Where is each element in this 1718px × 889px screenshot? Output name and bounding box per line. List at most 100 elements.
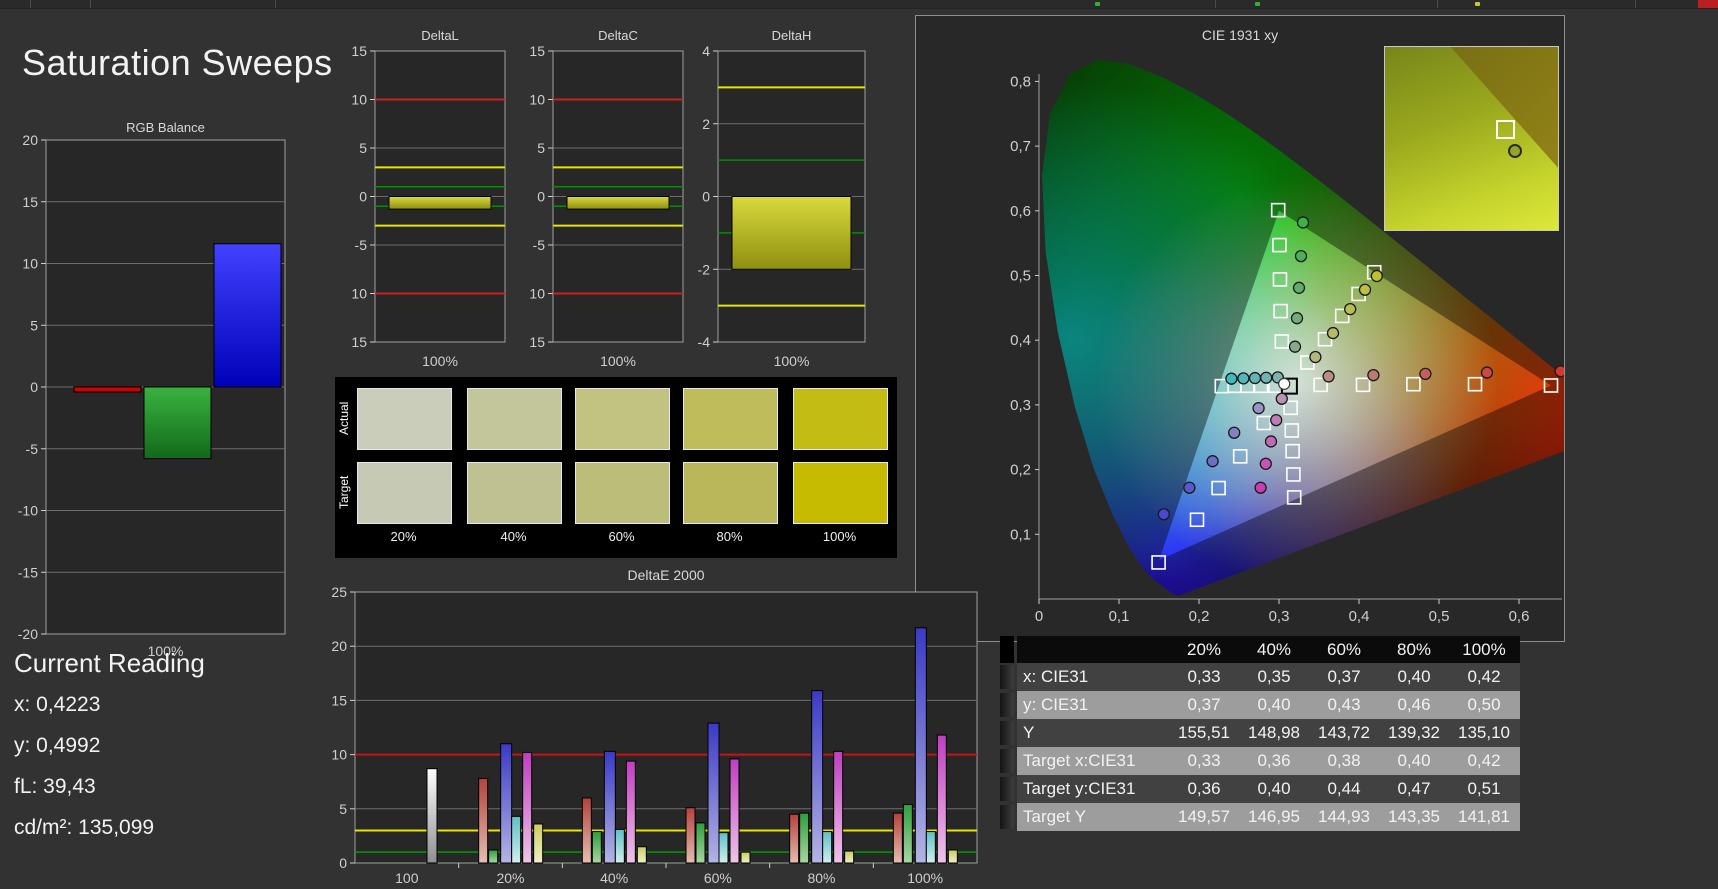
bar-blue — [811, 690, 824, 864]
table-cell: 135,10 — [1458, 723, 1510, 742]
cie-measured-yellow — [1309, 350, 1322, 364]
axis-label: 0,2 — [1010, 462, 1031, 479]
table-row-label: Target Y — [1023, 807, 1087, 826]
table-cell: 0,40 — [1397, 751, 1431, 770]
cie-measured-red — [1419, 367, 1432, 380]
swatch-target-100% — [793, 462, 888, 524]
axis-label: 15 — [352, 43, 367, 59]
cie-measured-yellow — [1370, 269, 1383, 283]
bar-yellow — [947, 849, 958, 864]
axis-label: 0 — [537, 189, 545, 205]
bar-green — [143, 386, 212, 460]
axis-label: 15 — [331, 692, 347, 708]
axis-label: -10 — [18, 503, 38, 519]
table-row-label: Target x:CIE31 — [1023, 751, 1136, 770]
bar-white — [426, 768, 438, 864]
axis-label: 10 — [331, 747, 347, 763]
table-cell: 0,40 — [1397, 667, 1431, 686]
cie-measured-magenta — [1259, 457, 1272, 470]
bar-magenta — [729, 758, 740, 864]
table-cell: 0,42 — [1467, 667, 1501, 686]
row-cap — [1000, 665, 1014, 689]
bar-magenta — [936, 734, 947, 864]
bar-blue — [213, 243, 282, 388]
bar-cyan — [718, 832, 729, 864]
chart-title: RGB Balance — [126, 120, 205, 135]
table-row: Target x:CIE31 0,33 0,36 0,38 0,40 0,42 — [1000, 747, 1520, 775]
cie-measured-green — [1294, 249, 1308, 263]
bar-red — [892, 812, 903, 864]
table-cell: 0,44 — [1327, 779, 1361, 798]
saturation-results-table: 20% 40% 60% 80% 100% x: CIE31 0,33 0,35 0,37 0,40… — [1000, 636, 1520, 831]
axis-label: 10 — [22, 256, 38, 272]
axis-label: 0,2 — [1189, 608, 1210, 625]
axis-label: 0,7 — [1010, 138, 1031, 155]
table-cell: 0,36 — [1257, 751, 1291, 770]
table-row-label: Target y:CIE31 — [1023, 779, 1136, 798]
axis-label: 0,6 — [1010, 203, 1031, 220]
chart-title: DeltaE 2000 — [627, 567, 704, 583]
current-reading-y: y: 0,4992 — [14, 734, 101, 757]
swatch-actual-20% — [357, 388, 452, 450]
axis-label: -15 — [352, 334, 367, 350]
swatch-target-40% — [467, 462, 562, 524]
table-cell: 0,33 — [1187, 667, 1221, 686]
swatch-actual-60% — [575, 388, 670, 450]
axis-label: 0,8 — [1010, 73, 1031, 90]
table-header-row: 20% 40% 60% 80% 100% — [1000, 636, 1520, 663]
x-axis-label: 100% — [422, 353, 458, 369]
axis-label: -15 — [530, 334, 545, 350]
swatch-col-label: 100% — [822, 529, 857, 544]
cie-measured-red — [1480, 366, 1494, 379]
axis-label: 0,3 — [1010, 397, 1031, 414]
row-cap — [1000, 777, 1014, 801]
axis-label: -5 — [26, 441, 39, 457]
axis-label: 5 — [339, 801, 347, 817]
axis-label: -10 — [530, 286, 545, 302]
table-cell: 144,93 — [1318, 807, 1370, 826]
strip-divider — [275, 0, 276, 8]
strip-divider — [30, 0, 31, 8]
axis-label: 2 — [702, 116, 710, 132]
axis-label: 0,5 — [1429, 608, 1450, 625]
cie-measured-blue — [1206, 455, 1219, 468]
axis-label: 15 — [22, 194, 38, 210]
bar-cyan — [822, 831, 833, 864]
page-title: Saturation Sweeps — [22, 42, 333, 84]
bar-blue — [914, 627, 927, 864]
row-cap — [1000, 721, 1014, 745]
cie-measured-green — [1290, 312, 1304, 325]
cie-measured-red — [1367, 368, 1380, 382]
swatch-col-label: 20% — [390, 529, 417, 544]
axis-label: -20 — [18, 626, 38, 642]
current-reading-title: Current Reading — [14, 648, 205, 678]
axis-label: 20 — [331, 638, 347, 654]
current-reading-block: Current Reading x: 0,4223 y: 0,4992 fL: … — [14, 648, 205, 857]
swatch-row-label-actual: Actual — [337, 401, 351, 435]
table-cell: 0,37 — [1327, 667, 1361, 686]
delta-l-chart: DeltaL 15 10 5 0 -5 -10 -15 100% — [352, 28, 506, 369]
cie-measured-green — [1296, 216, 1310, 229]
bar-blue — [500, 743, 513, 864]
chart-title: DeltaH — [772, 28, 812, 43]
cie-measured-red — [1554, 365, 1564, 378]
chart-title: DeltaC — [598, 28, 638, 43]
bar-blue — [603, 750, 616, 864]
chart-title: CIE 1931 xy — [1202, 27, 1278, 43]
bar-magenta — [625, 760, 636, 864]
row-cap — [1000, 749, 1014, 773]
swatch-target-80% — [683, 462, 778, 524]
axis-label: 0,5 — [1010, 268, 1031, 285]
inset-target-marker — [1495, 120, 1515, 140]
bar-blue — [707, 722, 720, 864]
axis-label: 0,4 — [1349, 608, 1370, 625]
table-cell: 143,35 — [1388, 807, 1440, 826]
bar-cyan — [925, 831, 936, 864]
current-reading-x: x: 0,4223 — [14, 693, 101, 716]
swatch-col-label: 60% — [608, 529, 635, 544]
swatch-col-label: 40% — [500, 529, 527, 544]
table-row: x: CIE31 0,33 0,35 0,37 0,40 0,42 — [1000, 663, 1520, 691]
bar-red — [789, 813, 800, 864]
strip-status-dot — [1475, 2, 1480, 6]
swatch-comparison-panel: Actual Target 20% 40% 60% 80% 100% — [335, 377, 897, 558]
